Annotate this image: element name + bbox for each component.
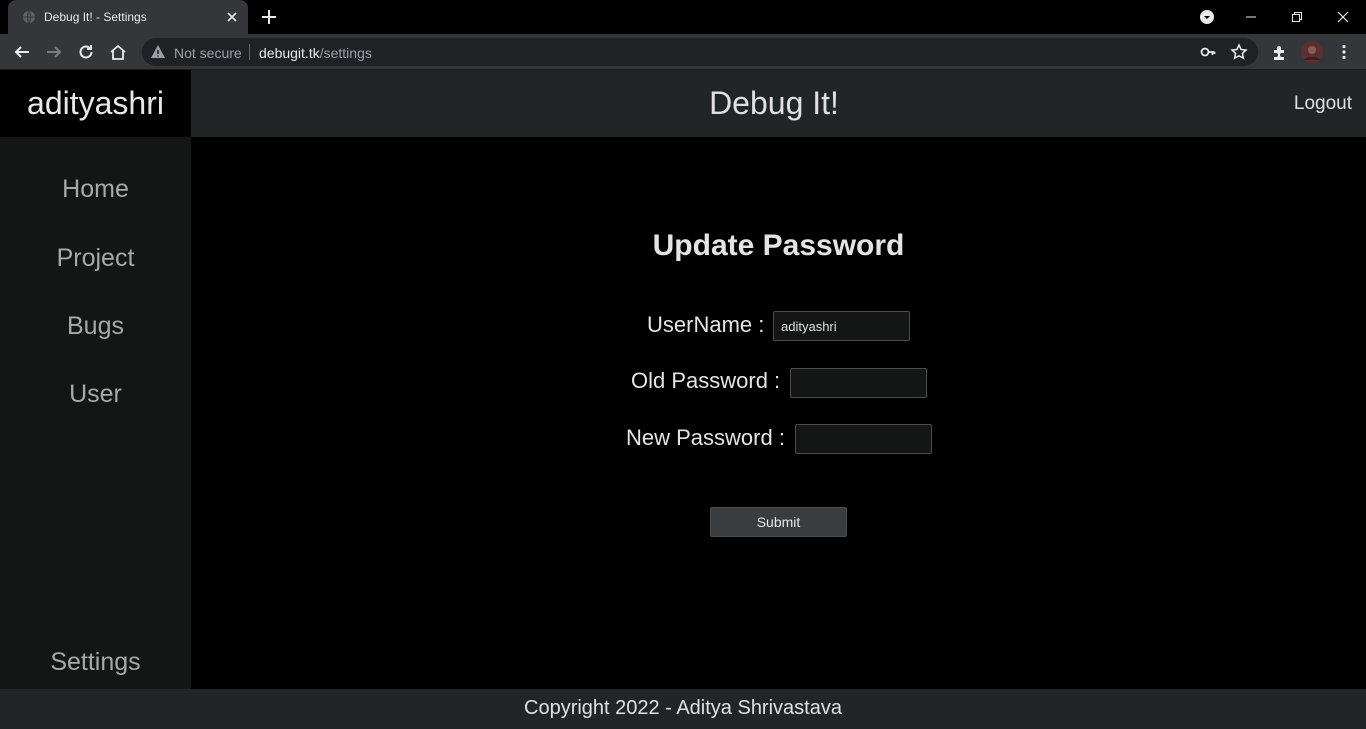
restore-icon[interactable] [1274, 0, 1320, 34]
logout-link[interactable]: Logout [1294, 93, 1352, 115]
address-separator [249, 44, 250, 60]
sidebar-item-settings[interactable]: Settings [0, 648, 191, 677]
forward-icon[interactable] [42, 40, 66, 64]
old-password-label: Old Password : [631, 368, 781, 393]
home-icon[interactable] [106, 40, 130, 64]
warning-icon [151, 45, 165, 58]
close-window-icon[interactable] [1320, 0, 1366, 34]
main-content: Update Password UserName : Old Password … [191, 137, 1366, 689]
minimize-icon[interactable] [1228, 0, 1274, 34]
url-text[interactable]: debugit.tk/settings [259, 45, 372, 61]
globe-icon [23, 10, 35, 24]
close-tab-icon[interactable] [224, 9, 240, 25]
page-title: Update Password [652, 229, 905, 262]
new-password-field[interactable] [795, 424, 932, 454]
app-title: Debug It! [709, 85, 839, 121]
page: adityashri Debug It! Logout Home Project… [0, 70, 1366, 729]
bookmark-star-icon[interactable] [1230, 43, 1248, 61]
avatar[interactable] [1300, 40, 1324, 64]
url-path: /settings [319, 45, 372, 61]
address-bar[interactable]: Not secure debugit.tk/settings [142, 38, 1258, 66]
submit-button[interactable]: Submit [710, 507, 847, 537]
browser-tab[interactable]: Debug It! - Settings [8, 0, 248, 34]
old-password-field[interactable] [790, 368, 927, 398]
tab-title: Debug It! - Settings [44, 10, 147, 24]
profile-dropdown-icon[interactable] [1184, 0, 1230, 34]
new-tab-icon[interactable] [260, 8, 278, 26]
new-password-label: New Password : [626, 425, 785, 450]
username-field[interactable] [773, 311, 910, 341]
extensions-icon[interactable] [1268, 40, 1292, 64]
header-bar: Debug It! Logout [191, 70, 1366, 137]
brand-username: adityashri [0, 70, 191, 137]
sidebar-item-home[interactable]: Home [0, 175, 191, 204]
footer-copyright: Copyright 2022 - Aditya Shrivastava [0, 689, 1366, 729]
menu-kebab-icon[interactable] [1332, 40, 1356, 64]
browser-toolbar: Not secure debugit.tk/settings [0, 34, 1366, 70]
sidebar: Home Project Bugs User Settings [0, 137, 191, 689]
back-icon[interactable] [10, 40, 34, 64]
sidebar-item-user[interactable]: User [0, 380, 191, 409]
url-host: debugit.tk [259, 45, 320, 61]
sidebar-item-project[interactable]: Project [0, 244, 191, 273]
username-label: UserName : [647, 312, 765, 337]
not-secure-label: Not secure [174, 45, 242, 61]
sidebar-item-bugs[interactable]: Bugs [0, 312, 191, 341]
browser-tab-bar: Debug It! - Settings [0, 0, 1366, 34]
key-icon[interactable] [1200, 44, 1216, 60]
reload-icon[interactable] [74, 40, 98, 64]
